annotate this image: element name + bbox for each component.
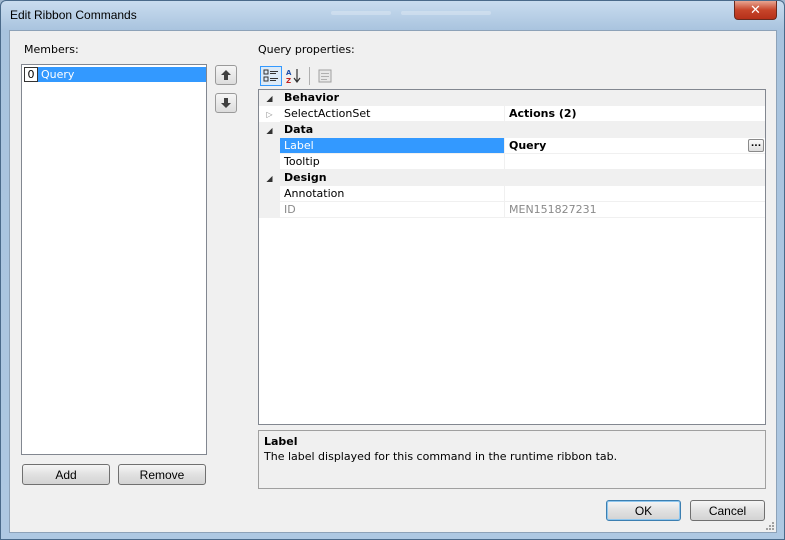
toolbar-separator xyxy=(309,67,310,85)
collapse-icon[interactable]: ◢ xyxy=(259,122,280,138)
svg-text:Z: Z xyxy=(286,77,291,84)
svg-text:A: A xyxy=(286,69,292,77)
categorized-icon xyxy=(263,69,278,82)
help-title: Label xyxy=(264,435,298,448)
property-row[interactable]: ▷ SelectActionSet Actions (2) xyxy=(259,106,765,122)
resize-grip-icon[interactable] xyxy=(765,521,775,531)
property-value-text: Query xyxy=(509,139,547,152)
expand-icon[interactable]: ▷ xyxy=(259,106,280,122)
row-gutter xyxy=(259,186,280,202)
property-pages-icon xyxy=(318,69,332,83)
categorized-button[interactable] xyxy=(260,66,282,86)
category-row[interactable]: ◢ Design xyxy=(259,170,765,186)
arrow-up-icon xyxy=(221,70,231,80)
property-value[interactable] xyxy=(505,154,765,169)
collapse-icon[interactable]: ◢ xyxy=(259,90,280,106)
members-list[interactable]: 0 Query xyxy=(21,64,207,455)
move-up-button[interactable] xyxy=(215,65,237,85)
title-bar[interactable]: Edit Ribbon Commands ✕ xyxy=(1,1,784,30)
row-gutter xyxy=(259,202,280,218)
property-value[interactable]: Actions (2) xyxy=(505,106,765,121)
category-name: Design xyxy=(280,170,765,185)
close-icon: ✕ xyxy=(750,2,761,18)
close-button[interactable]: ✕ xyxy=(734,1,777,20)
list-item[interactable]: 0 Query xyxy=(24,67,206,82)
query-properties-label: Query properties: xyxy=(258,43,355,56)
members-label: Members: xyxy=(24,43,79,56)
move-down-button[interactable] xyxy=(215,93,237,113)
ellipsis-button[interactable]: ... xyxy=(748,139,764,152)
property-row-selected[interactable]: Label Query ... xyxy=(259,138,765,154)
property-name: ID xyxy=(280,202,505,217)
property-pages-button[interactable] xyxy=(314,66,336,86)
property-name: SelectActionSet xyxy=(280,106,505,121)
sort-alphabetical-icon: A Z xyxy=(286,69,301,84)
property-row[interactable]: Tooltip xyxy=(259,154,765,170)
property-row[interactable]: ID MEN151827231 xyxy=(259,202,765,218)
category-name: Behavior xyxy=(280,90,765,105)
cancel-button[interactable]: Cancel xyxy=(690,500,765,521)
ok-button[interactable]: OK xyxy=(606,500,681,521)
help-text: The label displayed for this command in … xyxy=(264,450,618,463)
row-gutter xyxy=(259,154,280,170)
category-row[interactable]: ◢ Behavior xyxy=(259,90,765,106)
collapse-icon[interactable]: ◢ xyxy=(259,170,280,186)
property-row[interactable]: Annotation xyxy=(259,186,765,202)
add-button[interactable]: Add xyxy=(22,464,110,485)
dialog-window: Edit Ribbon Commands ✕ Members: 0 Query xyxy=(0,0,785,540)
alphabetical-button[interactable]: A Z xyxy=(283,66,305,86)
dialog-client: Members: 0 Query Add Remove Query proper… xyxy=(9,30,777,533)
remove-button[interactable]: Remove xyxy=(118,464,206,485)
property-grid[interactable]: ◢ Behavior ▷ SelectActionSet Actions (2)… xyxy=(258,89,766,425)
row-gutter xyxy=(259,138,280,154)
list-item-label: Query xyxy=(38,67,206,82)
background-ghost xyxy=(331,5,631,25)
category-row[interactable]: ◢ Data xyxy=(259,122,765,138)
property-name: Tooltip xyxy=(280,154,505,169)
property-value: MEN151827231 xyxy=(509,203,597,216)
window-title: Edit Ribbon Commands xyxy=(10,8,137,22)
property-name: Label xyxy=(280,138,505,153)
property-name: Annotation xyxy=(280,186,505,201)
list-item-index: 0 xyxy=(24,67,38,82)
help-panel: Label The label displayed for this comma… xyxy=(258,430,766,489)
property-value[interactable]: Query ... xyxy=(505,138,765,153)
arrow-down-icon xyxy=(221,98,231,108)
category-name: Data xyxy=(280,122,765,137)
property-value[interactable] xyxy=(505,186,765,201)
